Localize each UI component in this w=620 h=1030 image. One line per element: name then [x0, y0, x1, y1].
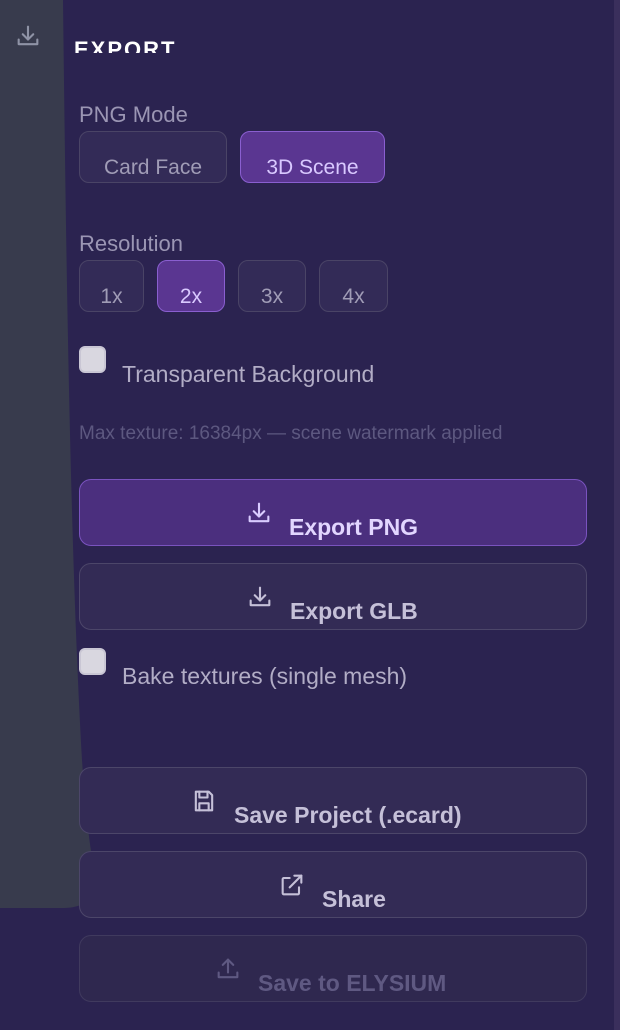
export-glb-button[interactable]: Export GLB	[79, 563, 587, 630]
save-project-button[interactable]: Save Project (.ecard)	[79, 767, 587, 834]
save-icon	[190, 787, 218, 815]
resolution-label: Resolution	[79, 231, 183, 256]
save-to-elysium-label: Save to ELYSIUM	[258, 970, 447, 996]
export-png-label: Export PNG	[289, 514, 419, 540]
resolution-4x[interactable]: 4x	[319, 260, 388, 312]
panel-title: EXPORT	[74, 39, 177, 53]
share-label: Share	[322, 886, 386, 912]
save-project-label: Save Project (.ecard)	[234, 802, 462, 828]
resolution-option-label: 3x	[260, 285, 284, 308]
share-button[interactable]: Share	[79, 851, 587, 918]
resolution-2x[interactable]: 2x	[157, 260, 225, 312]
resolution-option-label: 4x	[342, 285, 365, 308]
panel-edge	[614, 0, 620, 1030]
png-mode-option-label: Card Face	[103, 156, 203, 179]
download-icon[interactable]	[14, 22, 42, 50]
resolution-3x[interactable]: 3x	[238, 260, 306, 312]
download-icon	[245, 499, 273, 527]
texture-hint: Max texture: 16384px — scene watermark a…	[79, 423, 503, 444]
resolution-option-label: 1x	[100, 285, 123, 308]
external-link-icon	[278, 871, 306, 899]
transparent-background-label: Transparent Background	[122, 361, 375, 387]
png-mode-label: PNG Mode	[79, 102, 188, 127]
resolution-1x[interactable]: 1x	[79, 260, 144, 312]
transparent-background-checkbox[interactable]	[79, 346, 106, 373]
export-glb-label: Export GLB	[290, 598, 418, 624]
bake-textures-checkbox[interactable]	[79, 648, 106, 675]
save-to-elysium-button[interactable]: Save to ELYSIUM	[79, 935, 587, 1002]
png-mode-card-face[interactable]: Card Face	[79, 131, 227, 183]
upload-icon	[214, 955, 242, 983]
export-png-button[interactable]: Export PNG	[79, 479, 587, 546]
bake-textures-label: Bake textures (single mesh)	[122, 663, 408, 689]
png-mode-3d-scene[interactable]: 3D Scene	[240, 131, 385, 183]
download-icon	[246, 583, 274, 611]
resolution-option-label: 2x	[179, 285, 203, 308]
png-mode-option-label: 3D Scene	[266, 156, 359, 179]
